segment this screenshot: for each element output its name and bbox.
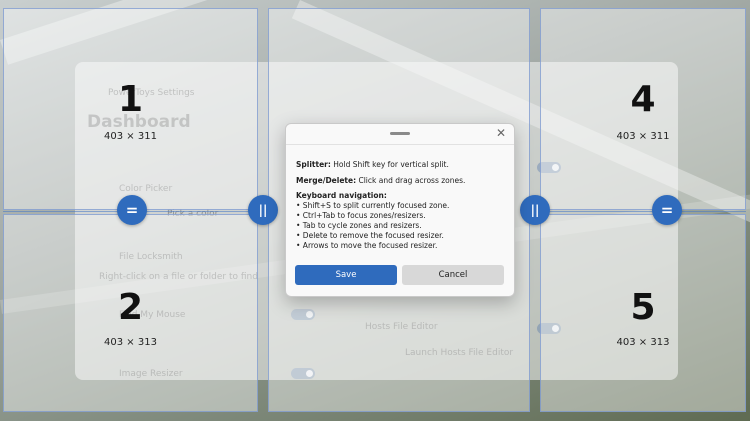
close-icon[interactable]: ✕	[496, 126, 506, 140]
nav-item: • Delete to remove the focused resizer.	[296, 231, 444, 240]
resizer-vertical-left[interactable]: ||	[248, 195, 278, 225]
cancel-button[interactable]: Cancel	[402, 265, 504, 285]
split-line-horizontal	[540, 211, 746, 212]
merge-hint: Merge/Delete: Click and drag across zone…	[296, 176, 465, 185]
resizer-horizontal-right[interactable]: =	[652, 195, 682, 225]
merge-label: Merge/Delete:	[296, 176, 357, 185]
zone-size: 403 × 311	[104, 131, 157, 142]
zone-number: 5	[630, 287, 656, 328]
zone-4[interactable]: 4 403 × 311	[540, 8, 746, 210]
zone-size: 403 × 311	[616, 131, 670, 142]
nav-item: • Tab to cycle zones and resizers.	[296, 221, 422, 230]
drag-handle[interactable]	[390, 132, 410, 135]
zone-size: 403 × 313	[616, 337, 670, 348]
nav-item: • Arrows to move the focused resizer.	[296, 241, 438, 250]
zone-size: 403 × 313	[104, 337, 157, 348]
zone-number: 2	[117, 287, 144, 328]
nav-item: • Shift+S to split currently focused zon…	[296, 201, 450, 210]
resizer-vertical-right[interactable]: ||	[520, 195, 550, 225]
zone-2[interactable]: 2 403 × 313	[3, 214, 258, 412]
merge-text: Click and drag across zones.	[358, 176, 466, 185]
editor-dialog: ✕ Splitter: Hold Shift key for vertical …	[285, 123, 515, 297]
splitter-text: Hold Shift key for vertical split.	[333, 160, 449, 169]
zone-number: 1	[117, 79, 144, 120]
zone-number: 4	[630, 79, 656, 120]
divider	[286, 144, 514, 145]
zone-5[interactable]: 5 403 × 313	[540, 214, 746, 412]
nav-label: Keyboard navigation:	[296, 191, 387, 200]
save-button[interactable]: Save	[295, 265, 397, 285]
splitter-label: Splitter:	[296, 160, 331, 169]
resizer-horizontal-left[interactable]: =	[117, 195, 147, 225]
zone-1[interactable]: 1 403 × 311	[3, 8, 258, 210]
splitter-hint: Splitter: Hold Shift key for vertical sp…	[296, 160, 449, 169]
nav-item: • Ctrl+Tab to focus zones/resizers.	[296, 211, 426, 220]
